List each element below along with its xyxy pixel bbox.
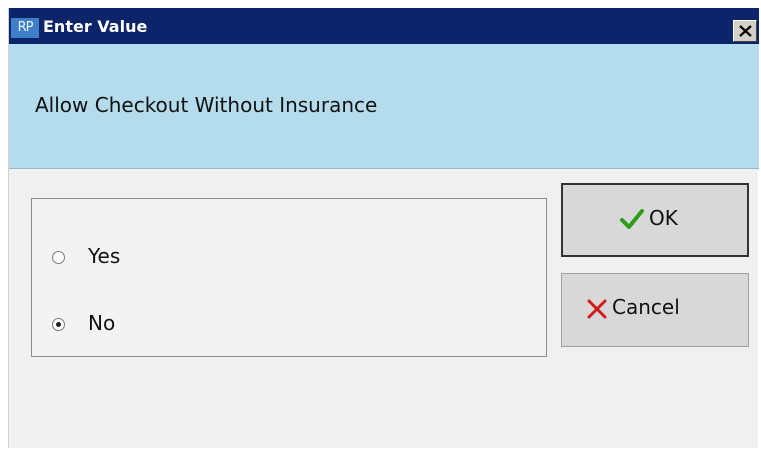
cancel-button[interactable]: Cancel	[561, 273, 749, 347]
close-button[interactable]	[733, 20, 757, 42]
close-icon	[739, 25, 752, 37]
prompt-text: Allow Checkout Without Insurance	[35, 93, 378, 117]
prompt-panel: Allow Checkout Without Insurance	[9, 44, 759, 169]
option-yes-label: Yes	[88, 244, 121, 268]
window-title: Enter Value	[43, 17, 148, 36]
enter-value-dialog: RP Enter Value Allow Checkout Without In…	[8, 8, 759, 448]
radio-no[interactable]	[52, 318, 65, 331]
option-no[interactable]: No	[32, 311, 332, 341]
radio-yes[interactable]	[52, 251, 65, 264]
checkmark-icon	[620, 209, 644, 229]
title-bar[interactable]: RP Enter Value	[9, 8, 759, 44]
ok-button[interactable]: OK	[561, 183, 749, 257]
option-no-label: No	[88, 311, 116, 335]
x-icon	[587, 299, 607, 319]
options-group: Yes No	[31, 198, 547, 357]
cancel-label: Cancel	[612, 295, 680, 319]
option-yes[interactable]: Yes	[32, 244, 332, 274]
app-icon: RP	[11, 18, 39, 38]
ok-label: OK	[649, 206, 678, 230]
radio-selected-dot	[56, 322, 61, 327]
